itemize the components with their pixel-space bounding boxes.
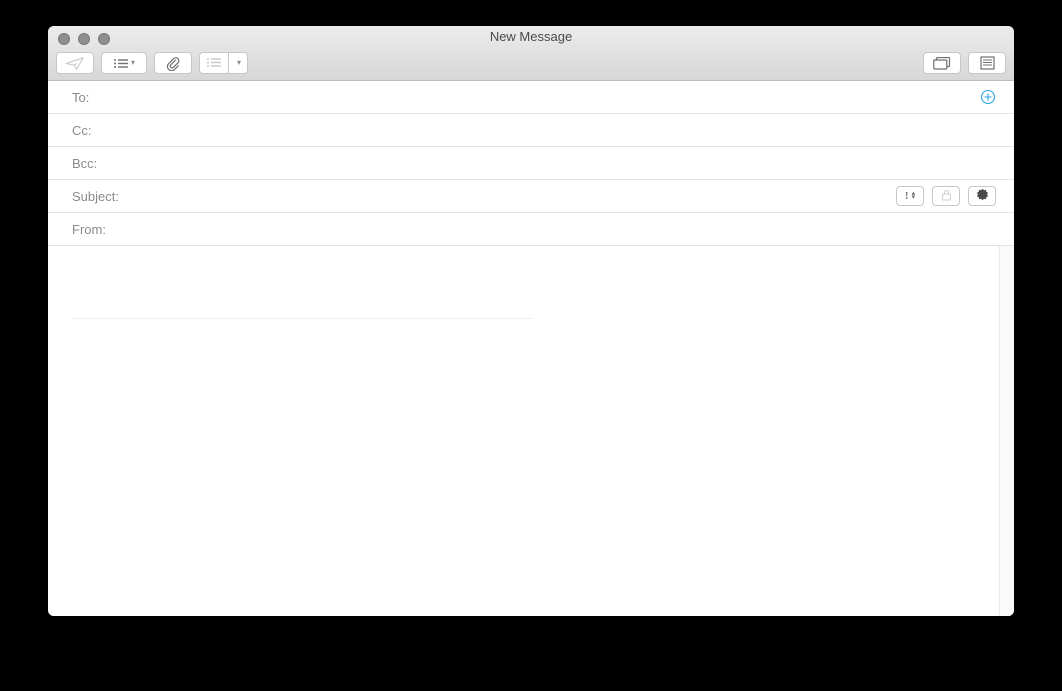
paperclip-icon — [165, 56, 181, 71]
stepper-icon: ▴▾ — [912, 192, 916, 200]
priority-marker: ! — [905, 190, 909, 202]
format-menu[interactable]: ▾ — [199, 52, 248, 74]
from-label: From: — [72, 222, 106, 237]
cc-row: Cc: — [48, 114, 1014, 147]
message-body[interactable] — [48, 246, 999, 616]
window-title: New Message — [48, 29, 1014, 44]
stationery-icon — [980, 56, 995, 70]
priority-button[interactable]: ! ▴▾ — [896, 186, 924, 206]
from-row: From: — [48, 213, 1014, 246]
signature-separator — [72, 318, 532, 319]
to-input[interactable] — [95, 90, 980, 105]
subject-input[interactable] — [125, 189, 896, 204]
attach-button[interactable] — [154, 52, 192, 74]
send-button[interactable] — [56, 52, 94, 74]
toolbar-right — [923, 52, 1006, 74]
to-row: To: — [48, 81, 1014, 114]
cc-label: Cc: — [72, 123, 92, 138]
bcc-label: Bcc: — [72, 156, 97, 171]
chevron-down-icon: ▾ — [235, 59, 241, 67]
paper-plane-icon — [65, 57, 85, 70]
bcc-input[interactable] — [103, 156, 996, 171]
subject-row: Subject: ! ▴▾ — [48, 180, 1014, 213]
encrypt-button[interactable] — [932, 186, 960, 206]
cc-input[interactable] — [98, 123, 997, 138]
add-contact-button[interactable] — [980, 89, 996, 105]
plus-circle-icon — [980, 89, 996, 105]
titlebar: New Message ▾ — [48, 26, 1014, 81]
chevron-down-icon: ▾ — [129, 59, 135, 67]
format-dropdown[interactable]: ▾ — [229, 53, 247, 73]
vertical-scrollbar[interactable] — [999, 246, 1014, 616]
stationery-button[interactable] — [968, 52, 1006, 74]
photos-stack-icon — [933, 57, 951, 70]
bcc-row: Bcc: — [48, 147, 1014, 180]
format-current — [200, 53, 228, 73]
subject-label: Subject: — [72, 189, 119, 204]
header-fields-menu[interactable]: ▾ — [101, 52, 147, 74]
bullet-list-icon — [206, 56, 222, 71]
compose-window: New Message ▾ — [48, 26, 1014, 616]
to-label: To: — [72, 90, 89, 105]
from-input[interactable] — [112, 222, 996, 237]
toolbar-left: ▾ — [56, 52, 248, 74]
sign-button[interactable] — [968, 186, 996, 206]
photo-browser-button[interactable] — [923, 52, 961, 74]
seal-icon — [976, 188, 989, 204]
header-fields: To: Cc: Bcc: Subject: — [48, 81, 1014, 246]
compose-area — [48, 246, 1014, 616]
lock-icon — [941, 189, 952, 204]
list-icon — [113, 58, 129, 69]
